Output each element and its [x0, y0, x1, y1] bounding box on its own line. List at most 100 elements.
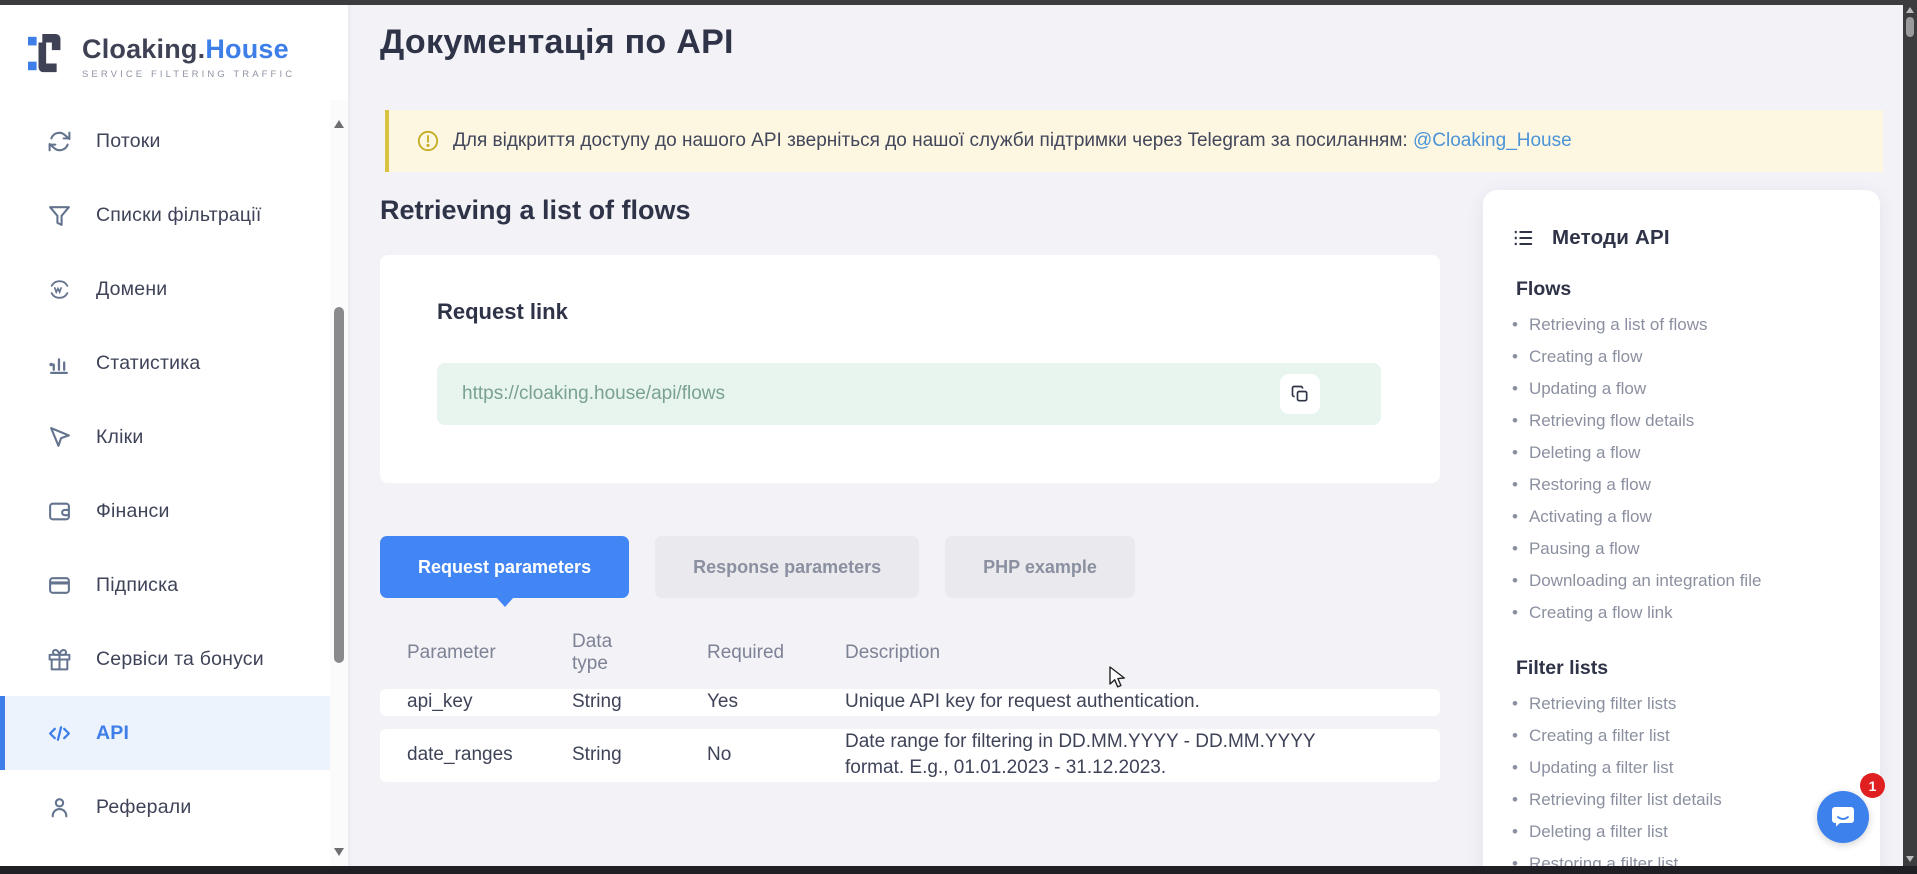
tab[interactable]: Response parameters: [655, 536, 919, 598]
sidebar-item-label: Підписка: [96, 574, 178, 597]
sidebar-scrollbar-thumb[interactable]: [334, 307, 344, 663]
method-link[interactable]: • Activating a flow: [1512, 501, 1860, 533]
sidebar-item[interactable]: Фінанси: [0, 474, 335, 548]
brand-text: Cloaking.House SERVICE FILTERING TRAFFIC: [82, 30, 295, 80]
column-header-required: Required: [680, 642, 818, 664]
warning-icon: [417, 130, 439, 152]
page-scrollbar[interactable]: [1903, 0, 1917, 874]
method-link[interactable]: • Retrieving a list of flows: [1512, 309, 1860, 341]
scroll-down-arrow-icon[interactable]: [1906, 856, 1914, 862]
bullet-icon: •: [1512, 373, 1518, 405]
sidebar-item[interactable]: Сервіси та бонуси: [0, 622, 335, 696]
sidebar-item-label: Списки фільтрації: [96, 204, 261, 227]
method-link[interactable]: •Retrieving filter list details: [1512, 784, 1860, 816]
scroll-down-arrow-icon[interactable]: [334, 848, 344, 856]
brand-name-accent: House: [205, 34, 289, 64]
tab[interactable]: PHP example: [945, 536, 1135, 598]
cell-parameter: api_key: [380, 691, 545, 713]
bullet-icon: •: [1512, 437, 1518, 469]
method-link[interactable]: •Retrieving flow details: [1512, 405, 1860, 437]
method-link[interactable]: • Creating a filter list: [1512, 720, 1860, 752]
cursor-icon: [47, 425, 72, 450]
scroll-up-arrow-icon[interactable]: [1906, 7, 1914, 13]
scroll-up-arrow-icon[interactable]: [334, 120, 344, 128]
brand-logo[interactable]: Cloaking.House SERVICE FILTERING TRAFFIC: [28, 30, 295, 80]
sidebar-item-label: Домени: [96, 278, 167, 301]
methods-section-flows: Flows: [1516, 278, 1860, 301]
stats-icon: [47, 351, 72, 376]
parameter-tabs: Request parameters Response parameters P…: [380, 536, 1135, 598]
method-link-label: Pausing a flow: [1529, 533, 1640, 565]
code-icon: [47, 721, 72, 746]
cell-parameter: date_ranges: [380, 744, 545, 766]
method-link-label: Downloading an integration file: [1529, 565, 1762, 597]
request-url-value: https://cloaking.house/api/flows: [462, 383, 725, 405]
brand-tagline: SERVICE FILTERING TRAFFIC: [82, 69, 295, 80]
methods-panel-header: Методи API: [1512, 226, 1860, 250]
bullet-icon: •: [1512, 565, 1518, 597]
user-icon: [47, 795, 72, 820]
method-link-label: Restoring a flow: [1529, 469, 1651, 501]
method-link-label: Creating a flow link: [1529, 597, 1673, 629]
copy-url-button[interactable]: [1280, 374, 1320, 414]
table-body: api_key String Yes Unique API key for re…: [380, 689, 1440, 782]
method-link[interactable]: •Creating a flow link: [1512, 597, 1860, 629]
bullet-icon: •: [1512, 688, 1518, 720]
tab[interactable]: Request parameters: [380, 536, 629, 598]
sidebar-item[interactable]: API: [0, 696, 335, 770]
chat-notification-badge: 1: [1860, 773, 1885, 798]
cell-data-type: String: [545, 691, 680, 713]
screen-bottom-strip: [0, 866, 1917, 874]
sidebar-item[interactable]: Домени: [0, 252, 335, 326]
bullet-icon: •: [1512, 720, 1518, 752]
copy-icon: [1290, 384, 1310, 404]
sidebar-item[interactable]: Кліки: [0, 400, 335, 474]
brand-name: Cloaking.House: [82, 36, 295, 63]
method-link[interactable]: •Retrieving filter lists: [1512, 688, 1860, 720]
method-link[interactable]: •Updating a filter list: [1512, 752, 1860, 784]
sidebar-item-label: API: [96, 722, 129, 745]
bullet-icon: •: [1512, 533, 1518, 565]
method-link[interactable]: •Deleting a filter list: [1512, 816, 1860, 848]
request-url-field[interactable]: https://cloaking.house/api/flows: [437, 363, 1381, 425]
sync-icon: [47, 129, 72, 154]
telegram-link[interactable]: @Cloaking_House: [1413, 130, 1572, 151]
method-link-label: Deleting a flow: [1529, 437, 1641, 469]
tab-label: Request parameters: [418, 557, 591, 578]
page-scrollbar-thumb[interactable]: [1906, 17, 1914, 37]
sidebar-item-label: Фінанси: [96, 500, 170, 523]
method-link-label: Activating a flow: [1529, 501, 1652, 533]
bullet-icon: •: [1512, 501, 1518, 533]
sidebar-item[interactable]: Статистика: [0, 326, 335, 400]
method-link[interactable]: • Updating a flow: [1512, 373, 1860, 405]
bullet-icon: •: [1512, 309, 1518, 341]
method-link[interactable]: • Deleting a flow: [1512, 437, 1860, 469]
request-link-title: Request link: [437, 299, 568, 325]
sidebar-item-label: Кліки: [96, 426, 144, 449]
sidebar-item-label: Потоки: [96, 130, 161, 153]
method-link-label: Creating a filter list: [1529, 720, 1670, 752]
method-link[interactable]: • Downloading an integration file: [1512, 565, 1860, 597]
sidebar-item[interactable]: Реферали: [0, 770, 335, 844]
screen-top-strip: [0, 0, 1917, 5]
sidebar-item-label: Реферали: [96, 796, 191, 819]
sidebar-item-label: Сервіси та бонуси: [96, 648, 264, 671]
cell-data-type: String: [545, 744, 680, 766]
method-link[interactable]: •Restoring a flow: [1512, 469, 1860, 501]
method-link-label: Updating a flow: [1529, 373, 1646, 405]
method-link[interactable]: • Pausing a flow: [1512, 533, 1860, 565]
filter-method-list: •Retrieving filter lists • Creating a fil…: [1512, 688, 1860, 874]
tab-label: Response parameters: [693, 557, 881, 578]
sidebar-item[interactable]: Списки фільтрації: [0, 178, 335, 252]
sidebar-scrollbar[interactable]: [330, 100, 348, 874]
chat-widget-button[interactable]: [1817, 791, 1869, 843]
api-methods-panel: Методи API Flows • Retrieving a list of f…: [1483, 190, 1880, 874]
tab-label: PHP example: [983, 557, 1097, 578]
method-link-label: Creating a flow: [1529, 341, 1642, 373]
sidebar-item[interactable]: Підписка: [0, 548, 335, 622]
method-link-label: Retrieving a list of flows: [1529, 309, 1708, 341]
table-row: date_ranges String No Date range for fil…: [380, 729, 1440, 782]
method-link[interactable]: •Creating a flow: [1512, 341, 1860, 373]
sidebar-item[interactable]: Потоки: [0, 104, 335, 178]
methods-section-filter-lists: Filter lists: [1516, 657, 1860, 680]
